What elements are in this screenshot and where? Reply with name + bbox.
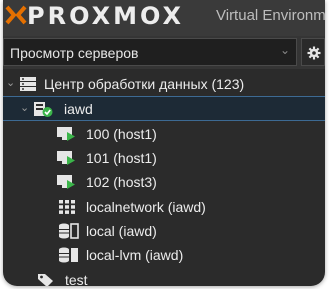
view-selector-value: Просмотр серверов: [10, 45, 139, 61]
tree-item-vm[interactable]: 101 (host1): [3, 146, 325, 171]
vm-running-icon: [57, 175, 75, 189]
expander-icon[interactable]: ⌄: [20, 102, 29, 114]
tree-item-label: Центр обработки данных (123): [44, 76, 245, 92]
vm-running-icon: [57, 151, 75, 165]
chevron-down-icon: ⌄: [279, 43, 290, 57]
tree-item-label: 101 (host1): [86, 150, 157, 166]
proxmox-logo-icon: [5, 5, 27, 25]
view-selector[interactable]: Просмотр серверов ⌄: [3, 38, 297, 66]
brand-subtitle: Virtual Environment: [216, 7, 325, 24]
expander-icon[interactable]: ⌄: [6, 77, 15, 89]
tree-item-label: test: [65, 272, 88, 286]
tree-item-label: local (iawd): [86, 223, 157, 239]
gear-icon: [307, 46, 321, 60]
tree-item-vm[interactable]: 102 (host3): [3, 170, 325, 195]
view-toolbar: Просмотр серверов ⌄: [3, 36, 325, 69]
server-stack-icon: [20, 77, 36, 91]
tree-item-tag[interactable]: test: [3, 268, 325, 286]
tree-item-label: localnetwork (iawd): [86, 199, 206, 215]
server-view-panel: PROXMOX Virtual Environment Просмотр сер…: [3, 0, 325, 286]
app-header: PROXMOX Virtual Environment: [3, 0, 325, 36]
tree-item-node[interactable]: ⌄ iawd: [3, 96, 325, 121]
tag-icon: [38, 274, 53, 286]
network-grid-icon: [59, 200, 75, 214]
tree-item-storage[interactable]: local-lvm (iawd): [3, 243, 325, 268]
node-online-icon: [34, 102, 53, 117]
tree-item-network[interactable]: localnetwork (iawd): [3, 195, 325, 220]
storage-icon: [59, 247, 78, 263]
tree-item-label: 102 (host3): [86, 174, 157, 190]
tree-item-label: local-lvm (iawd): [86, 247, 184, 263]
storage-icon: [59, 223, 79, 239]
gear-button[interactable]: [301, 38, 325, 66]
tree-item-datacenter[interactable]: ⌄ Центр обработки данных (123): [3, 72, 325, 97]
tree-item-label: 100 (host1): [86, 126, 157, 142]
tree-item-label: iawd: [64, 101, 93, 117]
vm-running-icon: [57, 127, 75, 141]
tree-item-storage[interactable]: local (iawd): [3, 219, 325, 244]
tree-item-vm[interactable]: 100 (host1): [3, 122, 325, 147]
resource-tree: ⌄ Центр обработки данных (123) ⌄ iawd 10…: [3, 69, 325, 286]
brand-name: PROXMOX: [27, 2, 185, 30]
